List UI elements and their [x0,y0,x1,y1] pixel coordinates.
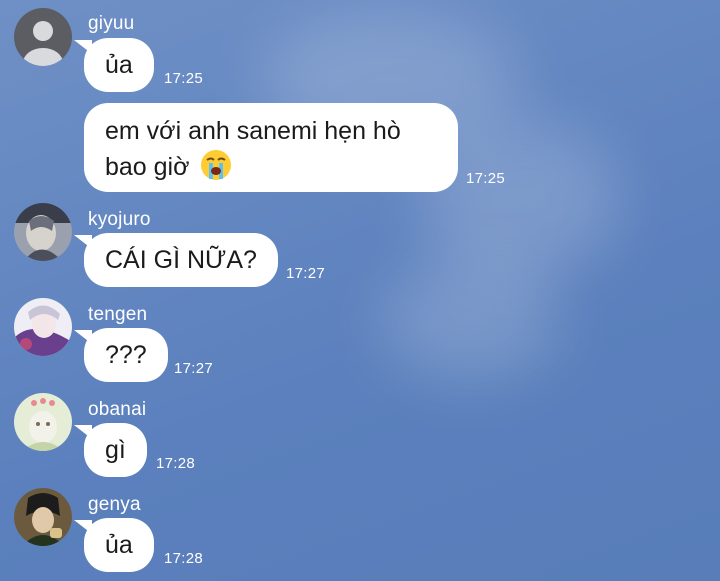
sender-name: obanai [88,399,147,420]
message-time: 17:28 [156,455,196,472]
message-bubble[interactable]: gì [74,423,147,477]
message-bubble[interactable]: CÁI GÌ NỮA? [74,233,278,287]
message-time: 17:28 [164,550,204,567]
message-bubble[interactable]: ủa [74,518,154,572]
sender-name: giyuu [88,13,135,34]
message-time: 17:27 [286,265,326,282]
message-text: gì [105,436,126,464]
sender-name: genya [88,494,141,515]
loudly-crying-face-emoji [200,149,232,191]
message-text: ủa [105,51,133,79]
genya-avatar[interactable] [14,488,72,546]
kyojuro-avatar[interactable] [14,203,72,261]
message-time: 17:27 [174,360,214,377]
message-text: em với anh sanemi hẹn hò bao giờ [105,117,401,181]
message-text: ủa [105,531,133,559]
message-time: 17:25 [164,70,204,87]
message-text: CÁI GÌ NỮA? [105,246,257,274]
tengen-avatar[interactable] [14,298,72,356]
sender-name: tengen [88,304,148,325]
obanai-avatar[interactable] [14,393,72,451]
message-bubble[interactable]: ủa [74,38,154,92]
message-text: ??? [105,341,147,369]
default-avatar-icon[interactable] [14,8,72,66]
chat-thread: giyuu ủa 17:25 em với anh sanemi hẹn hò … [0,0,720,581]
sender-name: kyojuro [88,209,151,230]
message-time: 17:25 [466,170,506,187]
message-bubble[interactable]: ??? [74,328,168,382]
message-bubble[interactable]: em với anh sanemi hẹn hò bao giờ [84,103,458,192]
